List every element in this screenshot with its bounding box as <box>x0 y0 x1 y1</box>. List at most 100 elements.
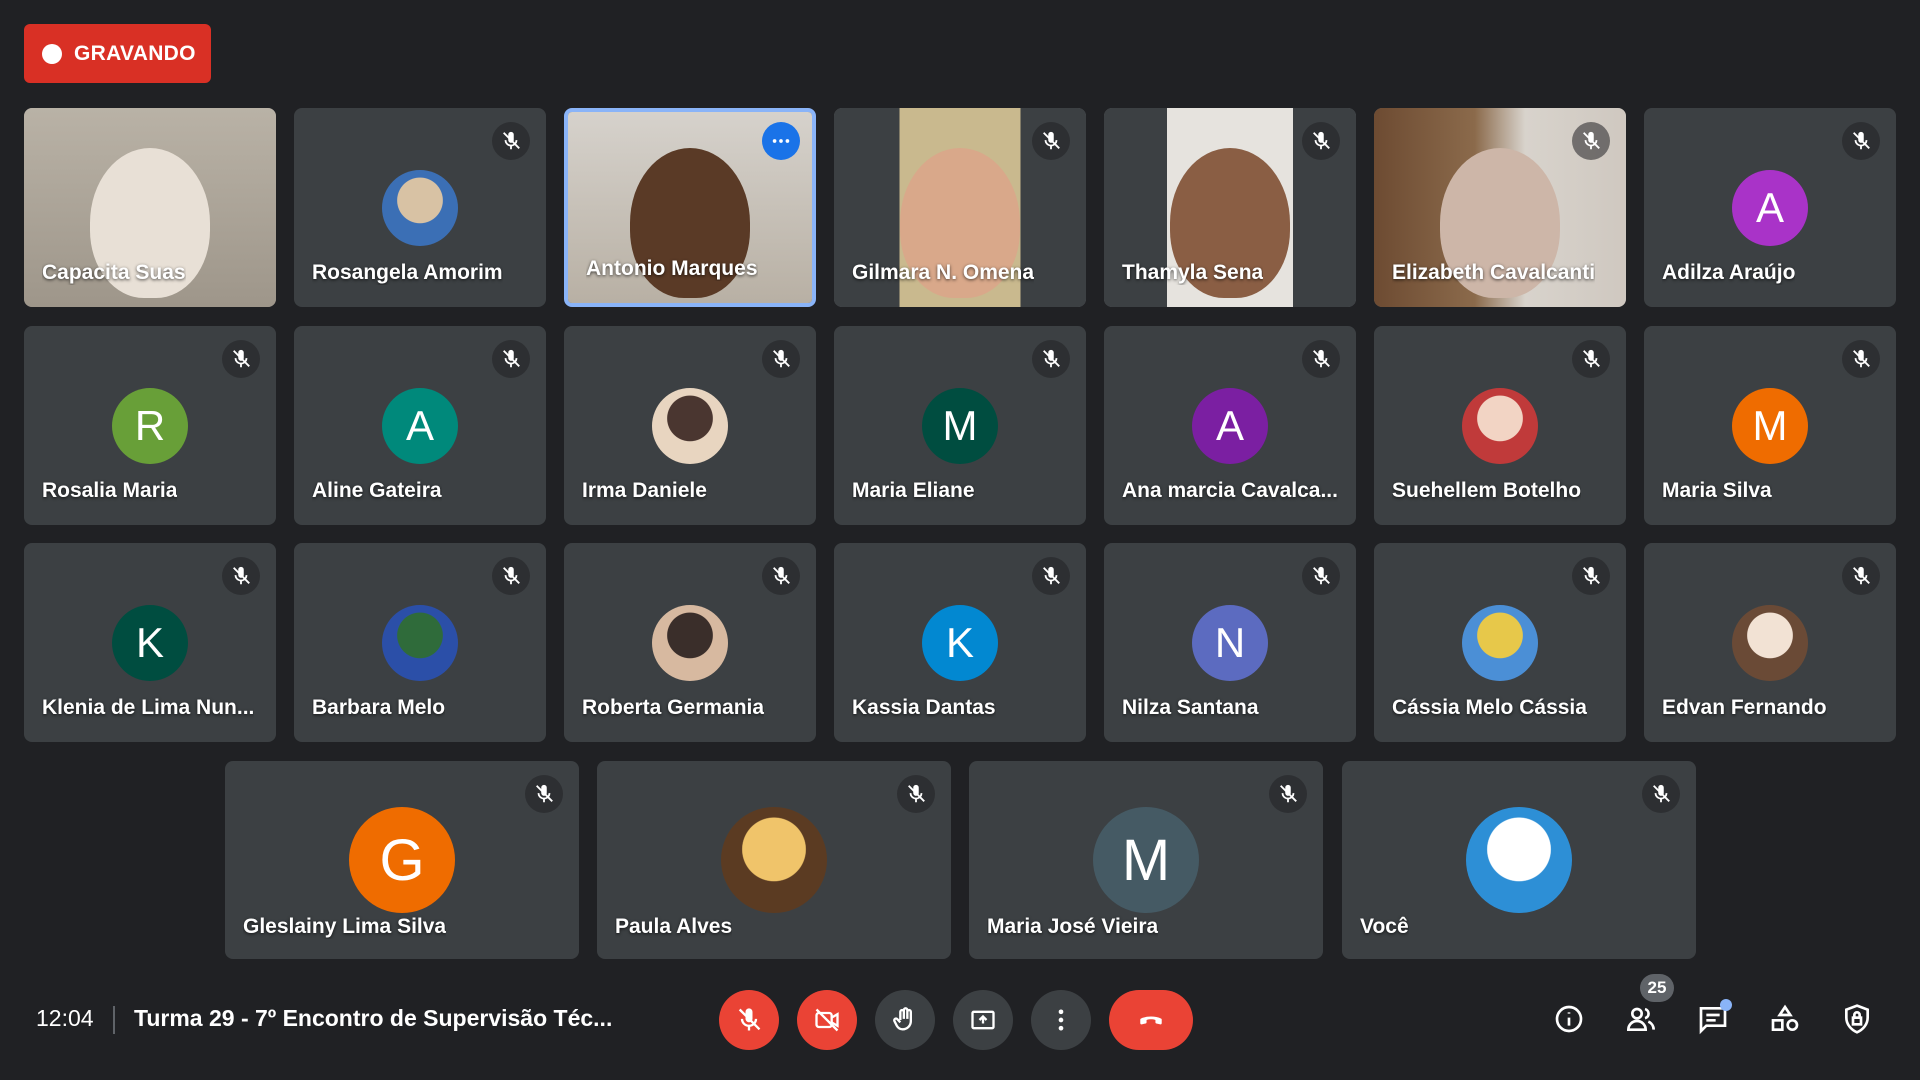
people-icon <box>1626 1007 1655 1031</box>
mic-muted-icon <box>1302 122 1340 160</box>
avatar-initial: M <box>922 388 998 464</box>
participant-name: Antonio Marques <box>586 257 758 280</box>
participant-name: Cássia Melo Cássia <box>1392 696 1587 719</box>
participant-name: Klenia de Lima Nun... <box>42 696 255 719</box>
participant-tile[interactable]: Antonio Marques <box>564 108 816 307</box>
info-icon <box>1555 1005 1583 1033</box>
recording-dot-icon <box>42 43 62 64</box>
participant-name: Kassia Dantas <box>852 696 996 719</box>
mic-muted-icon <box>1572 122 1610 160</box>
chat-notification-dot <box>1720 999 1732 1011</box>
avatar-initial: K <box>922 605 998 681</box>
participant-name: Rosangela Amorim <box>312 261 503 284</box>
activities-button[interactable] <box>1764 998 1806 1040</box>
participant-tile[interactable]: Cássia Melo Cássia <box>1374 543 1626 742</box>
mic-off-icon <box>738 1008 761 1031</box>
mic-muted-icon <box>525 775 563 813</box>
participant-tile[interactable]: Gilmara N. Omena <box>834 108 1086 307</box>
mic-muted-icon <box>492 340 530 378</box>
participant-name: Elizabeth Cavalcanti <box>1392 261 1596 284</box>
participant-tile[interactable]: Thamyla Sena <box>1104 108 1356 307</box>
recording-badge[interactable]: GRAVANDO <box>24 24 211 83</box>
participant-name: Maria José Vieira <box>987 915 1159 938</box>
mic-muted-icon <box>1269 775 1307 813</box>
divider <box>113 1006 115 1034</box>
participant-tile[interactable]: K Klenia de Lima Nun... <box>24 543 276 742</box>
participant-name: Gleslainy Lima Silva <box>243 915 447 938</box>
bottom-toolbar: 12:04 Turma 29 - 7º Encontro de Supervis… <box>0 974 1920 1060</box>
activities-icon <box>1771 1004 1799 1031</box>
present-button[interactable] <box>953 990 1013 1050</box>
participant-name: Paula Alves <box>615 915 733 938</box>
end-call-button[interactable] <box>1109 990 1193 1050</box>
meeting-title[interactable]: Turma 29 - 7º Encontro de Supervisão Téc… <box>134 1005 612 1032</box>
host-controls-button[interactable] <box>1836 998 1878 1040</box>
mic-muted-icon <box>1032 122 1070 160</box>
mic-muted-icon <box>1572 340 1610 378</box>
mic-toggle-button[interactable] <box>719 990 779 1050</box>
participant-tile[interactable]: M Maria José Vieira <box>969 761 1323 959</box>
mic-muted-icon <box>1842 122 1880 160</box>
participant-name: Barbara Melo <box>312 696 446 719</box>
participant-tile[interactable]: Roberta Germania <box>564 543 816 742</box>
raise-hand-icon <box>893 1007 912 1031</box>
participant-tile[interactable]: K Kassia Dantas <box>834 543 1086 742</box>
participant-name: Roberta Germania <box>582 696 765 719</box>
participant-tile[interactable]: Suehellem Botelho <box>1374 326 1626 525</box>
participant-tile[interactable]: Você <box>1342 761 1696 959</box>
participant-name: Aline Gateira <box>312 479 442 502</box>
participant-tile[interactable]: R Rosalia Maria <box>24 326 276 525</box>
mic-muted-icon <box>762 340 800 378</box>
participant-tile[interactable]: G Gleslainy Lima Silva <box>225 761 579 959</box>
avatar-photo <box>1466 807 1572 913</box>
participant-name: Você <box>1360 915 1409 938</box>
participant-tile[interactable]: A Aline Gateira <box>294 326 546 525</box>
participant-tile[interactable]: A Ana marcia Cavalca... <box>1104 326 1356 525</box>
clock: 12:04 <box>36 1005 94 1031</box>
participant-tile[interactable]: Edvan Fernando <box>1644 543 1896 742</box>
participant-tile[interactable]: Elizabeth Cavalcanti <box>1374 108 1626 307</box>
participant-tile[interactable]: Rosangela Amorim <box>294 108 546 307</box>
avatar-photo <box>382 170 458 246</box>
meet-window: GRAVANDO Capacita Suas Rosangela Amorim An… <box>0 0 1920 1080</box>
avatar-initial: N <box>1192 605 1268 681</box>
participant-tile[interactable]: Barbara Melo <box>294 543 546 742</box>
mic-muted-icon <box>1032 557 1070 595</box>
mic-muted-icon <box>1302 340 1340 378</box>
avatar-photo <box>1462 605 1538 681</box>
avatar-photo <box>721 807 827 913</box>
mic-muted-icon <box>492 122 530 160</box>
participant-tile[interactable]: N Nilza Santana <box>1104 543 1356 742</box>
participant-tile[interactable]: Irma Daniele <box>564 326 816 525</box>
raise-hand-button[interactable] <box>875 990 935 1050</box>
avatar-initial: A <box>382 388 458 464</box>
participant-tile[interactable]: M Maria Silva <box>1644 326 1896 525</box>
people-button[interactable] <box>1620 998 1662 1040</box>
avatar-initial: M <box>1732 388 1808 464</box>
participant-tile[interactable]: Paula Alves <box>597 761 951 959</box>
meeting-details-button[interactable] <box>1548 998 1590 1040</box>
participant-name: Maria Silva <box>1662 479 1772 502</box>
participant-name: Edvan Fernando <box>1662 696 1827 719</box>
participant-tile[interactable]: M Maria Eliane <box>834 326 1086 525</box>
mic-muted-icon <box>222 340 260 378</box>
tile-more-options-icon[interactable] <box>762 122 800 160</box>
avatar-initial: A <box>1732 170 1808 246</box>
participant-tile[interactable]: Capacita Suas <box>24 108 276 307</box>
mic-muted-icon <box>222 557 260 595</box>
participant-tile[interactable]: A Adilza Araújo <box>1644 108 1896 307</box>
avatar-initial: G <box>349 807 455 913</box>
camera-toggle-button[interactable] <box>797 990 857 1050</box>
present-icon <box>971 1010 995 1030</box>
mic-muted-icon <box>1642 775 1680 813</box>
participant-name: Suehellem Botelho <box>1392 479 1582 502</box>
mic-muted-icon <box>897 775 935 813</box>
camera-off-icon <box>815 1008 839 1032</box>
mic-muted-icon <box>1842 557 1880 595</box>
mic-muted-icon <box>492 557 530 595</box>
more-options-button[interactable] <box>1031 990 1091 1050</box>
avatar-photo <box>1732 605 1808 681</box>
mic-muted-icon <box>1572 557 1610 595</box>
participant-name: Maria Eliane <box>852 479 975 502</box>
mic-muted-icon <box>1032 340 1070 378</box>
